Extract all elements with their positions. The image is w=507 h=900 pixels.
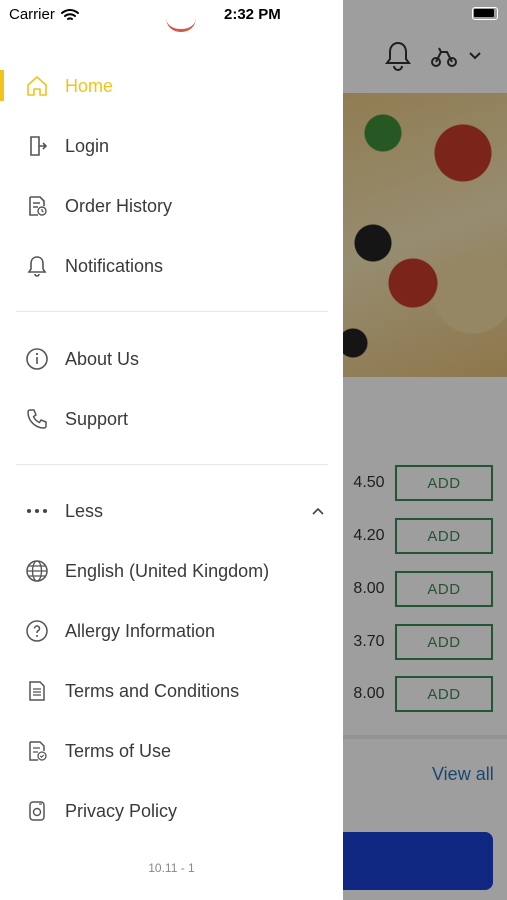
menu-divider: [16, 464, 328, 465]
menu-item-about-us[interactable]: About Us: [0, 329, 343, 389]
menu-item-label: English (United Kingdom): [65, 560, 270, 581]
menu-item-label: About Us: [65, 348, 140, 369]
question-icon: [24, 618, 50, 644]
carrier-indicator: Carrier: [9, 6, 79, 23]
menu-item-label: Allergy Information: [65, 620, 216, 641]
menu-item-label: Notifications: [65, 255, 164, 276]
more-dots-icon: [24, 498, 50, 524]
battery-icon: [472, 7, 498, 20]
menu-item-label: Login: [65, 135, 110, 156]
menu-item-support[interactable]: Support: [0, 389, 343, 449]
phone-icon: [24, 406, 50, 432]
menu-item-allergy-information[interactable]: Allergy Information: [0, 601, 343, 661]
menu-item-label: Terms of Use: [65, 740, 172, 761]
menu-item-label: Order History: [65, 195, 173, 216]
globe-icon: [24, 558, 50, 584]
menu-item-label: Support: [65, 408, 129, 429]
bell-icon: [24, 253, 50, 279]
wifi-icon: [60, 8, 79, 22]
info-icon: [24, 346, 50, 372]
status-bar: Carrier 2:32 PM: [0, 0, 507, 28]
carrier-name: Carrier: [9, 6, 55, 23]
chevron-up-icon: [311, 506, 325, 516]
privacy-icon: [24, 798, 50, 824]
document-check-icon: [24, 738, 50, 764]
menu-item-label: Home: [65, 75, 114, 96]
app-version: 10.11 - 1: [148, 861, 195, 875]
menu-item-home[interactable]: Home: [0, 56, 343, 116]
menu-item-label: Privacy Policy: [65, 800, 178, 821]
home-icon: [24, 73, 50, 99]
menu-item-less-toggle[interactable]: Less: [0, 481, 343, 541]
menu-item-terms-of-use[interactable]: Terms of Use: [0, 721, 343, 781]
document-icon: [24, 678, 50, 704]
menu-item-label: Less: [65, 500, 104, 521]
menu-item-login[interactable]: Login: [0, 116, 343, 176]
menu-divider: [16, 311, 328, 312]
navigation-drawer: Home Login Order History Notifications A…: [0, 0, 343, 900]
menu-item-order-history[interactable]: Order History: [0, 176, 343, 236]
menu-item-language[interactable]: English (United Kingdom): [0, 541, 343, 601]
menu-item-terms-and-conditions[interactable]: Terms and Conditions: [0, 661, 343, 721]
status-time: 2:32 PM: [224, 6, 281, 23]
menu-item-privacy-policy[interactable]: Privacy Policy: [0, 781, 343, 841]
login-icon: [24, 133, 50, 159]
menu-item-label: Terms and Conditions: [65, 680, 240, 701]
menu-item-notifications[interactable]: Notifications: [0, 236, 343, 296]
order-history-icon: [24, 193, 50, 219]
